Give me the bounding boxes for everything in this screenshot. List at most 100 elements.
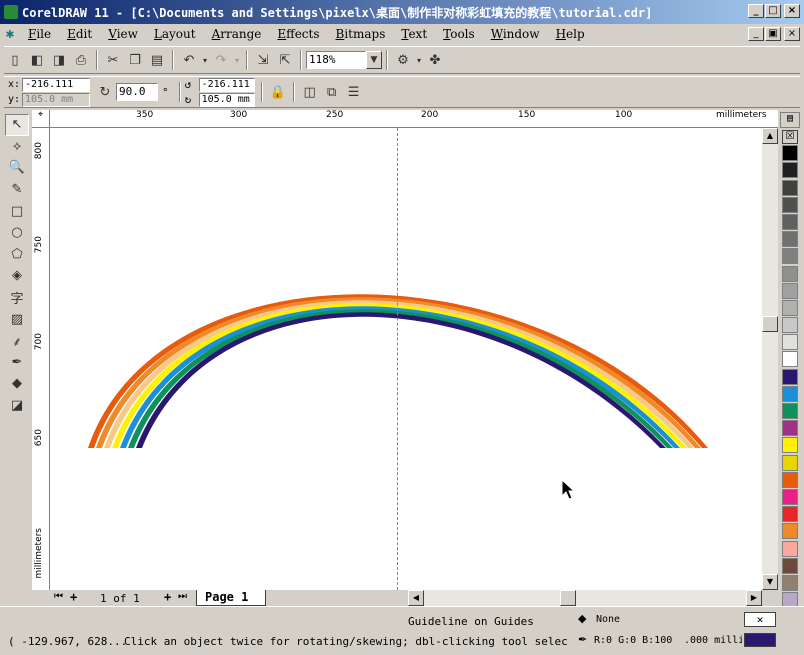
scroll-down-icon[interactable]: ▼ [762, 574, 778, 590]
guideline-options-icon[interactable]: ◫ [299, 81, 321, 103]
color-swatch[interactable] [782, 282, 798, 299]
color-swatch[interactable] [782, 488, 798, 505]
doc-minimize-button[interactable]: _ [748, 27, 764, 41]
doc-restore-button[interactable]: ▣ [765, 27, 781, 41]
color-swatch[interactable] [782, 403, 798, 419]
color-swatch[interactable] [782, 454, 798, 471]
save-icon[interactable]: ◨ [48, 49, 70, 71]
close-button[interactable]: × [784, 4, 800, 18]
undo-icon[interactable]: ↶ [178, 49, 200, 71]
color-swatch[interactable] [782, 471, 798, 488]
zoom-tool-icon[interactable]: 🔍 [5, 157, 29, 179]
color-swatch[interactable] [782, 317, 798, 334]
interactive-blend-tool-icon[interactable]: ▨ [5, 308, 29, 330]
color-swatch[interactable] [782, 299, 798, 316]
fill-color-indicator[interactable]: ✕ [744, 612, 776, 627]
color-swatch[interactable] [782, 557, 798, 574]
launcher-dropdown-icon[interactable]: ▾ [414, 49, 424, 71]
color-swatch[interactable] [782, 351, 798, 368]
open-icon[interactable]: ◧ [26, 49, 48, 71]
text-tool-icon[interactable]: 字 [5, 287, 29, 309]
rectangle-tool-icon[interactable]: □ [5, 200, 29, 222]
add-page-before-icon[interactable]: + [70, 590, 77, 604]
outline-color-indicator[interactable] [744, 633, 776, 647]
import-icon[interactable]: ⇲ [252, 49, 274, 71]
rainbow-band[interactable] [112, 303, 687, 448]
vertical-scrollbar[interactable]: ▲ ▼ [762, 128, 778, 590]
export-icon[interactable]: ⇱ [274, 49, 296, 71]
interactive-fill-tool-icon[interactable]: ◪ [5, 395, 29, 417]
color-swatch[interactable] [782, 420, 798, 437]
color-swatch[interactable] [782, 265, 798, 282]
menu-bitmaps[interactable]: Bitmaps [328, 27, 394, 41]
scroll-right-icon[interactable]: ▶ [746, 590, 762, 606]
rainbow-drawing[interactable] [50, 128, 762, 590]
color-swatch[interactable] [782, 179, 798, 196]
cut-icon[interactable]: ✂ [102, 49, 124, 71]
scroll-up-icon[interactable]: ▲ [762, 128, 778, 144]
guidelines-setup-icon[interactable]: ☰ [343, 81, 365, 103]
menu-text[interactable]: Text [393, 27, 435, 41]
color-swatch[interactable] [782, 506, 798, 523]
fill-tool-icon[interactable]: ◆ [5, 373, 29, 395]
horizontal-scroll-thumb[interactable] [560, 590, 576, 606]
color-swatch[interactable] [782, 213, 798, 230]
color-swatch[interactable] [782, 145, 798, 162]
basic-shapes-tool-icon[interactable]: ◈ [5, 265, 29, 287]
menu-window[interactable]: Window [483, 27, 548, 41]
menu-tools[interactable]: Tools [435, 27, 483, 41]
color-swatch[interactable] [782, 437, 798, 454]
paste-icon[interactable]: ▤ [146, 49, 168, 71]
horizontal-scrollbar[interactable]: ◀ ▶ [408, 590, 762, 606]
ruler-origin-icon[interactable]: ⌖ [32, 110, 50, 128]
color-swatch[interactable] [782, 523, 798, 540]
last-page-icon[interactable]: ⏭ [178, 591, 187, 602]
horizontal-ruler[interactable]: 350 300 250 200 150 100 millimeters [50, 110, 778, 128]
color-swatch[interactable] [782, 368, 798, 385]
document-menu-icon[interactable]: ✱ [0, 26, 20, 42]
color-swatch[interactable] [782, 196, 798, 213]
zoom-level-field[interactable]: 118% [306, 51, 366, 69]
zoom-dropdown-icon[interactable]: ▼ [366, 51, 382, 69]
coreldraw-app-icon[interactable] [4, 5, 18, 19]
color-swatch[interactable] [782, 248, 798, 265]
copy-icon[interactable]: ❐ [124, 49, 146, 71]
page-tab[interactable]: Page 1 [196, 590, 266, 606]
rainbow-shape[interactable] [88, 294, 708, 448]
vertical-guideline[interactable] [397, 128, 398, 590]
color-swatch[interactable] [782, 385, 798, 402]
polygon-tool-icon[interactable]: ⬠ [5, 244, 29, 266]
rotation-angle-field[interactable]: 90.0 [116, 83, 158, 101]
redo-icon[interactable]: ↷ [210, 49, 232, 71]
corel-online-icon[interactable]: ✤ [424, 49, 446, 71]
scroll-left-icon[interactable]: ◀ [408, 590, 424, 606]
ellipse-tool-icon[interactable]: ○ [5, 222, 29, 244]
drawing-canvas[interactable] [50, 128, 762, 590]
menu-view[interactable]: View [100, 27, 146, 41]
rotation-center-y-field[interactable]: 105.0 mm [198, 92, 255, 107]
print-icon[interactable]: ⎙ [70, 49, 92, 71]
redo-dropdown-icon[interactable]: ▾ [232, 49, 242, 71]
vertical-scroll-thumb[interactable] [762, 316, 778, 332]
color-swatch[interactable] [782, 162, 798, 179]
no-fill-swatch[interactable]: ☒ [782, 130, 798, 144]
menu-effects[interactable]: Effects [269, 27, 327, 41]
rotation-center-x-field[interactable]: -216.111 [198, 77, 255, 92]
color-swatch[interactable] [782, 334, 798, 351]
menu-help[interactable]: Help [548, 27, 593, 41]
application-launcher-icon[interactable]: ⚙ [392, 49, 414, 71]
freehand-tool-icon[interactable]: ✎ [5, 179, 29, 201]
x-position-field[interactable]: -216.111 mm [22, 77, 90, 102]
vertical-ruler[interactable]: 800 750 700 650 millimeters [32, 128, 50, 590]
y-position-field[interactable]: 105.0 mm [22, 92, 90, 107]
menu-edit[interactable]: Edit [59, 27, 100, 41]
doc-close-button[interactable]: × [784, 27, 800, 41]
pick-tool-icon[interactable]: ↖ [5, 114, 29, 136]
lock-guide-icon[interactable]: 🔒 [267, 81, 289, 103]
menu-arrange[interactable]: Arrange [204, 27, 270, 41]
color-swatch[interactable] [782, 540, 798, 557]
color-swatch[interactable] [782, 231, 798, 248]
add-page-after-icon[interactable]: + [164, 590, 171, 604]
first-page-icon[interactable]: ⏮ [54, 591, 63, 602]
shape-tool-icon[interactable]: ⟡ [5, 136, 29, 158]
